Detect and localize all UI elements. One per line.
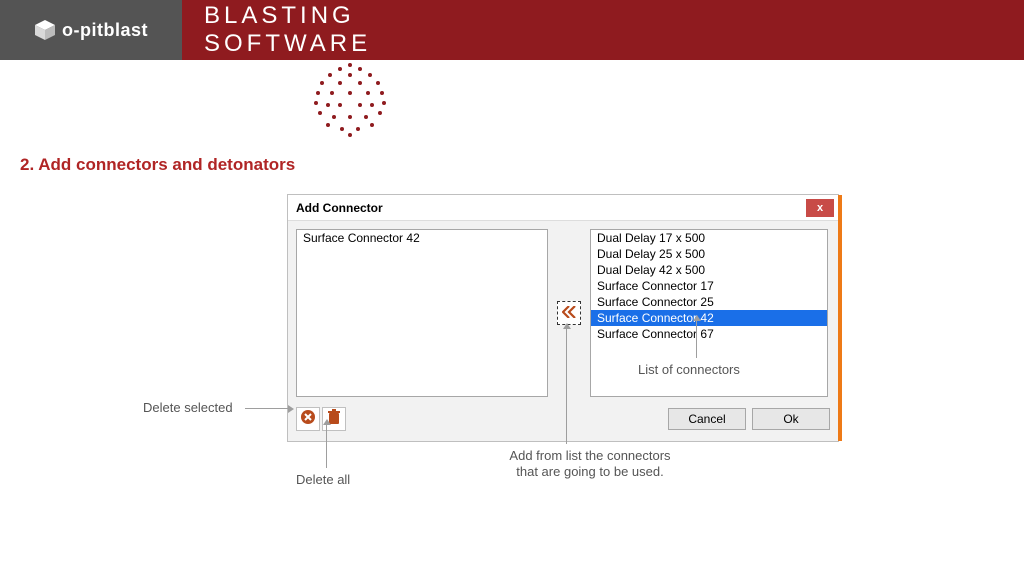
annotation-add-from-list-l2: that are going to be used. [516,464,663,479]
section-heading: 2. Add connectors and detonators [20,155,1024,175]
selected-connectors-listbox[interactable]: Surface Connector 42 [296,229,548,397]
list-item[interactable]: Dual Delay 17 x 500 [591,230,827,246]
globe-dots-decoration [280,55,420,155]
brand-name: o-pitblast [62,20,148,41]
top-banner: o-pitblast BLASTING SOFTWARE [0,0,1024,60]
list-item[interactable]: Surface Connector 67 [591,326,827,342]
arrow-delete-selected [245,408,289,409]
list-item[interactable]: Surface Connector 42 [297,230,547,246]
delete-selected-button[interactable] [296,407,320,431]
annotation-list-of-connectors: List of connectors [638,362,740,378]
annotation-delete-selected: Delete selected [143,400,233,416]
arrow-add-from-list [566,328,567,444]
list-item[interactable]: Surface Connector 42 [591,310,827,326]
annotation-add-from-list: Add from list the connectors that are go… [490,448,690,481]
ok-button[interactable]: Ok [752,408,830,430]
annotation-add-from-list-l1: Add from list the connectors [509,448,670,463]
orange-accent [838,195,842,441]
dialog-title: Add Connector [296,201,383,215]
dialog-titlebar: Add Connector x [288,195,838,221]
cube-icon [34,19,56,41]
double-chevron-left-icon [562,305,576,321]
close-button[interactable]: x [806,199,834,217]
list-item[interactable]: Surface Connector 17 [591,278,827,294]
arrow-list-of-connectors [696,320,697,358]
circle-x-icon [300,409,316,430]
banner-title: BLASTING SOFTWARE [182,0,472,60]
list-item[interactable]: Surface Connector 25 [591,294,827,310]
cancel-button[interactable]: Cancel [668,408,746,430]
move-left-button[interactable] [557,301,581,325]
brand-logo-box: o-pitblast [0,0,182,60]
arrow-delete-all [326,424,327,468]
annotation-delete-all: Delete all [296,472,350,488]
list-item[interactable]: Dual Delay 25 x 500 [591,246,827,262]
add-connector-dialog: Add Connector x Surface Connector 42 Dua… [287,194,839,442]
list-item[interactable]: Dual Delay 42 x 500 [591,262,827,278]
